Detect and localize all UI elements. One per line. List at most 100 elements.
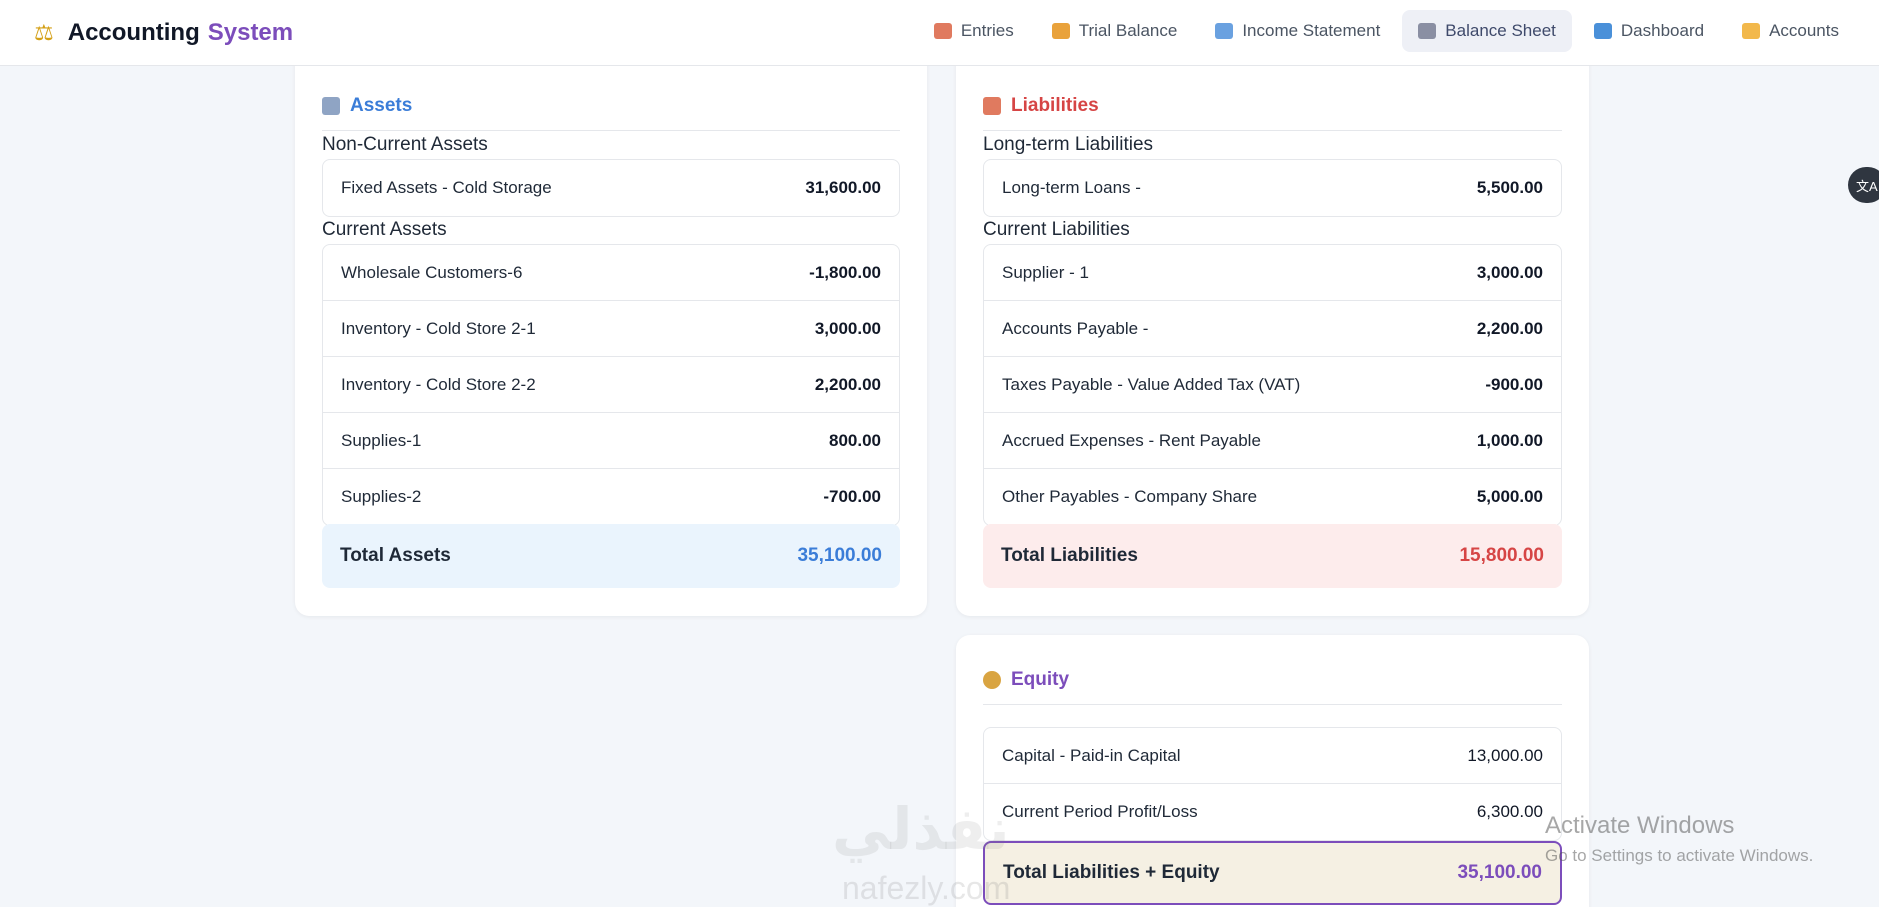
account-name: Capital - Paid-in Capital	[1002, 745, 1181, 765]
current-assets-label: Current Assets	[322, 219, 447, 240]
nav-label: Dashboard	[1620, 21, 1705, 40]
total-value: 35,100.00	[1457, 862, 1542, 883]
account-name: Current Period Profit/Loss	[1002, 802, 1198, 821]
equity-list: Capital - Paid-in Capital 13,000.00 Curr…	[983, 727, 1562, 841]
account-name: Fixed Assets - Cold Storage	[341, 178, 552, 197]
list-item: Supplies-2 -700.00	[323, 469, 899, 525]
account-name: Taxes Payable - Value Added Tax (VAT)	[1002, 374, 1301, 394]
building-icon	[322, 96, 340, 115]
list-item: Inventory - Cold Store 2-1 3,000.00	[323, 301, 899, 357]
nav-label: Balance Sheet	[1445, 21, 1556, 40]
activation-subtitle: Go to Settings to activate Windows.	[1545, 846, 1814, 865]
list-item: Accrued Expenses - Rent Payable 1,000.00	[984, 413, 1561, 469]
account-amount: 3,000.00	[1476, 262, 1543, 282]
account-amount: 31,600.00	[805, 178, 881, 197]
total-label: Total Liabilities + Equity	[1003, 862, 1220, 883]
account-amount: 800.00	[829, 430, 881, 450]
nav-label: Income Statement	[1242, 21, 1381, 40]
total-label: Total Assets	[340, 545, 451, 566]
total-liabilities-equity: Total Liabilities + Equity 35,100.00	[983, 841, 1562, 905]
list-item: Taxes Payable - Value Added Tax (VAT) -9…	[984, 357, 1561, 413]
long-term-liabilities-label: Long-term Liabilities	[983, 134, 1154, 155]
folder-icon	[1742, 23, 1761, 39]
account-amount: -1,800.00	[809, 262, 881, 282]
account-amount: 2,200.00	[814, 374, 881, 394]
assets-card: Assets Non-Current Assets Fixed Assets -…	[295, 40, 927, 616]
nav-balance-sheet[interactable]: Balance Sheet	[1402, 10, 1572, 52]
translate-icon: 文A	[1856, 178, 1878, 194]
account-amount: 5,000.00	[1476, 487, 1543, 506]
money-bag-icon	[983, 670, 1001, 689]
list-item: Wholesale Customers-6 -1,800.00	[323, 245, 899, 301]
account-name: Inventory - Cold Store 2-1	[341, 318, 536, 338]
nav-label: Entries	[960, 21, 1014, 40]
account-name: Supplier - 1	[1002, 262, 1089, 282]
nav-dashboard[interactable]: Dashboard	[1578, 10, 1720, 52]
bank-icon	[1418, 23, 1437, 39]
account-name: Supplies-2	[341, 487, 422, 506]
equity-title: Equity	[1011, 668, 1070, 690]
watermark-logo: نفذلي	[832, 797, 1010, 862]
account-amount: 1,000.00	[1476, 430, 1543, 450]
account-name: Long-term Loans -	[1002, 178, 1141, 197]
list-item: Accounts Payable - 2,200.00	[984, 301, 1561, 357]
liabilities-card: Liabilities Long-term Liabilities Long-t…	[956, 40, 1589, 616]
watermark-url: nafezly.com	[842, 870, 1011, 906]
total-value: 35,100.00	[797, 545, 882, 566]
equity-heading: Equity	[983, 655, 1562, 705]
nav-trial-balance[interactable]: Trial Balance	[1036, 10, 1194, 52]
account-name: Inventory - Cold Store 2-2	[341, 374, 536, 394]
top-navbar: ⚖ Accounting System Entries Trial Balanc…	[0, 0, 1879, 66]
non-current-assets-label: Non-Current Assets	[322, 134, 488, 155]
app-title: Accounting	[67, 18, 200, 46]
scales-icon: ⚖	[34, 19, 54, 45]
account-name: Wholesale Customers-6	[341, 262, 523, 282]
account-amount: 2,200.00	[1476, 318, 1543, 338]
main-nav: Entries Trial Balance Income Statement B…	[918, 10, 1855, 52]
account-name: Accounts Payable -	[1002, 318, 1149, 338]
assets-heading: Assets	[322, 81, 900, 131]
total-assets: Total Assets 35,100.00	[322, 524, 900, 588]
nav-label: Accounts	[1769, 21, 1839, 40]
app-title-accent: System	[207, 18, 294, 46]
liabilities-heading: Liabilities	[983, 81, 1562, 131]
list-item: Supplies-1 800.00	[323, 413, 899, 469]
assets-title: Assets	[350, 94, 413, 116]
total-label: Total Liabilities	[1001, 545, 1138, 566]
account-amount: 3,000.00	[814, 318, 881, 338]
line-chart-icon	[1215, 23, 1234, 39]
nav-entries[interactable]: Entries	[918, 10, 1030, 52]
current-assets-list: Wholesale Customers-6 -1,800.00 Inventor…	[322, 244, 900, 526]
list-item: Fixed Assets - Cold Storage 31,600.00	[323, 160, 899, 216]
non-current-assets-list: Fixed Assets - Cold Storage 31,600.00	[322, 159, 900, 217]
list-item: Long-term Loans - 5,500.00	[984, 160, 1561, 216]
clipboard-icon	[983, 96, 1001, 115]
equity-card: Equity Capital - Paid-in Capital 13,000.…	[956, 635, 1589, 907]
memo-icon	[933, 23, 952, 39]
current-liabilities-list: Supplier - 1 3,000.00 Accounts Payable -…	[983, 244, 1562, 526]
account-name: Accrued Expenses - Rent Payable	[1002, 430, 1261, 450]
account-name: Other Payables - Company Share	[1002, 487, 1258, 506]
brand[interactable]: ⚖ Accounting System	[34, 19, 293, 47]
nav-income-statement[interactable]: Income Statement	[1199, 10, 1396, 52]
account-amount: 5,500.00	[1476, 178, 1543, 197]
windows-activation-notice: Activate Windows Go to Settings to activ…	[1545, 812, 1813, 866]
account-name: Supplies-1	[341, 430, 422, 450]
account-amount: -700.00	[823, 487, 881, 506]
bar-chart-icon	[1051, 23, 1070, 39]
total-value: 15,800.00	[1459, 545, 1544, 566]
nav-accounts[interactable]: Accounts	[1726, 10, 1855, 52]
current-liabilities-label: Current Liabilities	[983, 219, 1130, 240]
account-amount: 6,300.00	[1476, 802, 1543, 821]
translate-button[interactable]: 文A	[1848, 167, 1879, 203]
list-item: Current Period Profit/Loss 6,300.00	[984, 784, 1561, 840]
liabilities-title: Liabilities	[1011, 94, 1099, 116]
activation-title: Activate Windows	[1545, 812, 1735, 839]
long-term-liabilities-list: Long-term Loans - 5,500.00	[983, 159, 1562, 217]
list-item: Capital - Paid-in Capital 13,000.00	[984, 728, 1561, 784]
list-item: Supplier - 1 3,000.00	[984, 245, 1561, 301]
account-amount: 13,000.00	[1467, 745, 1543, 765]
list-item: Other Payables - Company Share 5,000.00	[984, 469, 1561, 525]
nav-label: Trial Balance	[1078, 21, 1178, 40]
total-liabilities: Total Liabilities 15,800.00	[983, 524, 1562, 588]
